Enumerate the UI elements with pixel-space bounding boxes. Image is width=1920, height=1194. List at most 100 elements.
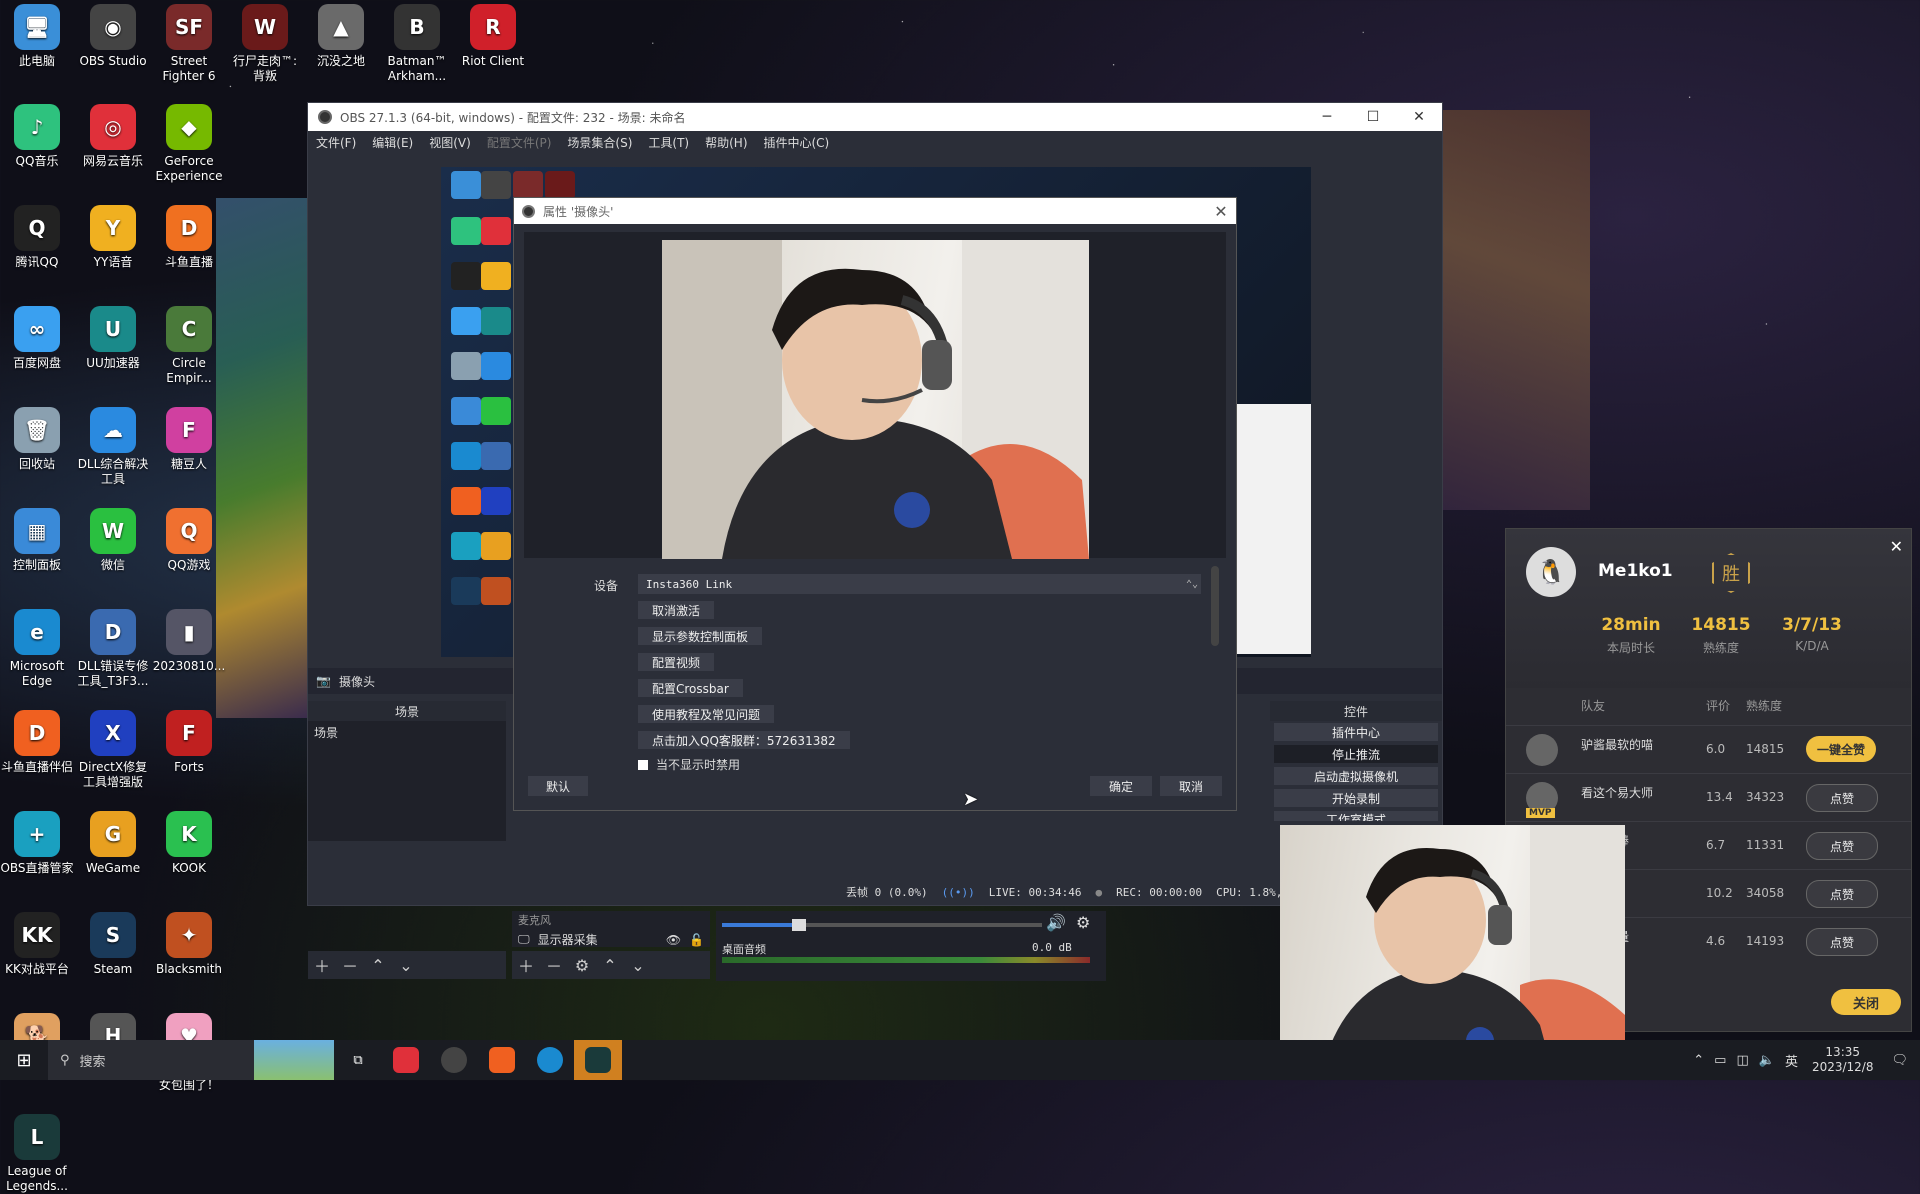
configure-crossbar-button[interactable]: 配置Crossbar xyxy=(638,679,743,697)
desktop-icon[interactable]: ✦ Blacksmith xyxy=(152,912,226,977)
maximize-icon[interactable]: ☐ xyxy=(1350,109,1396,125)
menu-help[interactable]: 帮助(H) xyxy=(697,134,755,151)
menu-edit[interactable]: 编辑(E) xyxy=(364,134,421,151)
desktop-icon[interactable]: L League of Legends... xyxy=(0,1114,74,1194)
source-down-icon[interactable]: ⌄ xyxy=(624,956,652,975)
source-item[interactable]: 🖵 显示器采集 👁 🔓 xyxy=(512,929,710,950)
properties-dialog[interactable]: 属性 '摄像头' ✕ 设备 Insta360 Link ⌃⌄ 取消激活 显示参数… xyxy=(513,197,1237,811)
configure-video-button[interactable]: 配置视频 xyxy=(638,653,715,671)
ime-indicator[interactable]: 英 xyxy=(1785,1051,1798,1070)
desktop-icon[interactable]: F Forts xyxy=(152,710,226,775)
taskbar-search[interactable]: ⚲ 搜索 xyxy=(48,1040,334,1080)
desktop-icon[interactable]: SF Street Fighter 6 xyxy=(152,4,226,84)
join-qq-group-button[interactable]: 点击加入QQ客服群：572631382 xyxy=(638,731,850,749)
desktop-icon[interactable]: C Circle Empir... xyxy=(152,306,226,386)
desktop-icon[interactable]: Q QQ游戏 xyxy=(152,508,226,573)
plugin-center-button[interactable]: 插件中心 xyxy=(1274,723,1438,741)
desktop-icon[interactable]: B Batman™ Arkham... xyxy=(380,4,454,84)
disable-when-hidden-checkbox[interactable]: 当不显示时禁用 xyxy=(638,756,740,773)
tutorial-faq-button[interactable]: 使用教程及常见问题 xyxy=(638,705,775,723)
taskbar-league[interactable] xyxy=(574,1040,622,1080)
virtual-camera-button[interactable]: 启动虚拟摄像机 xyxy=(1274,767,1438,785)
desktop-icon[interactable]: R Riot Client xyxy=(456,4,530,69)
desktop-icon[interactable]: 🖥 此电脑 xyxy=(0,4,74,69)
ok-button[interactable]: 确定 xyxy=(1090,776,1152,796)
desktop-icon[interactable]: ◎ 网易云音乐 xyxy=(76,104,150,169)
source-item-partial[interactable]: 麦克风 xyxy=(512,911,710,929)
defaults-button[interactable]: 默认 xyxy=(528,776,588,796)
desktop-icon[interactable]: F 糖豆人 xyxy=(152,407,226,472)
desktop-icon[interactable]: W 行尸走肉™: 背叛 xyxy=(228,4,302,84)
desktop-icon[interactable]: ♪ QQ音乐 xyxy=(0,104,74,169)
desktop-icon[interactable]: ▲ 沉没之地 xyxy=(304,4,378,69)
start-windows-icon[interactable]: ⊞ xyxy=(0,1050,48,1071)
taskbar-netease-music[interactable] xyxy=(382,1040,430,1080)
menu-file[interactable]: 文件(F) xyxy=(308,134,364,151)
desktop-icon[interactable]: ▦ 控制面板 xyxy=(0,508,74,573)
add-icon[interactable]: ＋ xyxy=(308,953,336,977)
like-button[interactable]: 点赞 xyxy=(1806,880,1878,908)
scenes-list[interactable]: 场景 xyxy=(308,721,506,841)
desktop-icon[interactable]: KK KK对战平台 xyxy=(0,912,74,977)
start-recording-button[interactable]: 开始录制 xyxy=(1274,789,1438,807)
menu-profile[interactable]: 配置文件(P) xyxy=(479,134,560,151)
desktop-icon[interactable]: D 斗鱼直播伴侣 xyxy=(0,710,74,775)
desktop-icon[interactable]: ◆ GeForce Experience xyxy=(152,104,226,184)
desktop-icon[interactable]: X DirectX修复工具增强版 xyxy=(76,710,150,790)
dialog-scrollbar[interactable] xyxy=(1211,566,1219,646)
dialog-close-icon[interactable]: ✕ xyxy=(1206,202,1236,221)
gear-icon[interactable]: ⚙ xyxy=(568,956,596,975)
desktop-icon[interactable]: D 斗鱼直播 xyxy=(152,205,226,270)
desktop-icon[interactable]: G WeGame xyxy=(76,811,150,876)
close-icon[interactable]: ✕ xyxy=(1396,109,1442,125)
desktop-icon[interactable]: 🗑 回收站 xyxy=(0,407,74,472)
desktop-icon[interactable]: D DLL错误专修工具_T3F3... xyxy=(76,609,150,689)
tray-clock[interactable]: 13:35 2023/12/8 xyxy=(1812,1045,1874,1075)
up-icon[interactable]: ⌃ xyxy=(364,956,392,975)
taskbar-obs[interactable] xyxy=(430,1040,478,1080)
like-button[interactable]: 点赞 xyxy=(1806,784,1878,812)
desktop-icon[interactable]: S Steam xyxy=(76,912,150,977)
show-controls-button[interactable]: 显示参数控制面板 xyxy=(638,627,763,645)
mixer-gear-icon[interactable]: ⚙ xyxy=(1076,913,1090,932)
minimize-icon[interactable]: ─ xyxy=(1304,109,1350,125)
add-source-icon[interactable]: ＋ xyxy=(512,953,540,977)
desktop-icon[interactable]: ∞ 百度网盘 xyxy=(0,306,74,371)
source-up-icon[interactable]: ⌃ xyxy=(596,956,624,975)
desktop-icon[interactable]: ▮ 20230810... xyxy=(152,609,226,674)
down-icon[interactable]: ⌄ xyxy=(392,956,420,975)
remove-source-icon[interactable]: － xyxy=(540,953,568,977)
speaker-icon[interactable]: 🔊 xyxy=(1046,913,1066,932)
desktop-icon[interactable]: ☁ DLL综合解决工具 xyxy=(76,407,150,487)
desktop-icon[interactable]: K KOOK xyxy=(152,811,226,876)
overlay-close-icon[interactable]: ✕ xyxy=(1890,537,1903,556)
remove-icon[interactable]: － xyxy=(336,953,364,977)
cancel-button[interactable]: 取消 xyxy=(1160,776,1222,796)
eye-icon[interactable]: 👁 xyxy=(666,933,681,947)
checkbox-box[interactable] xyxy=(638,759,648,770)
desktop-icon[interactable]: ◉ OBS Studio xyxy=(76,4,150,69)
menu-scene-collection[interactable]: 场景集合(S) xyxy=(559,134,640,151)
desktop-icon[interactable]: + OBS直播管家 xyxy=(0,811,74,876)
like-button[interactable]: 点赞 xyxy=(1806,832,1878,860)
deactivate-button[interactable]: 取消激活 xyxy=(638,601,715,619)
menu-tools[interactable]: 工具(T) xyxy=(640,134,697,151)
lock-icon[interactable]: 🔓 xyxy=(689,933,704,947)
tray-chevron-icon[interactable]: ⌃ xyxy=(1693,1053,1704,1068)
desktop-icon[interactable]: Q 腾讯QQ xyxy=(0,205,74,270)
menu-plugins[interactable]: 插件中心(C) xyxy=(756,134,838,151)
like-all-button[interactable]: 一键全赞 xyxy=(1806,736,1876,762)
taskbar-edge[interactable] xyxy=(526,1040,574,1080)
volume-slider[interactable] xyxy=(722,919,1042,931)
desktop-icon[interactable]: U UU加速器 xyxy=(76,306,150,371)
stop-stream-button[interactable]: 停止推流 xyxy=(1274,745,1438,763)
scene-item[interactable]: 场景 xyxy=(308,721,506,744)
task-view-icon[interactable]: ⧉ xyxy=(334,1040,382,1080)
taskbar-douyu[interactable] xyxy=(478,1040,526,1080)
studio-mode-button[interactable]: 工作室模式 xyxy=(1274,811,1438,821)
menu-view[interactable]: 视图(V) xyxy=(421,134,479,151)
tray-volume-icon[interactable]: 🔈 xyxy=(1759,1053,1775,1068)
like-button[interactable]: 点赞 xyxy=(1806,928,1878,956)
overlay-close-button[interactable]: 关闭 xyxy=(1831,989,1901,1015)
device-select[interactable]: Insta360 Link ⌃⌄ xyxy=(638,574,1201,594)
